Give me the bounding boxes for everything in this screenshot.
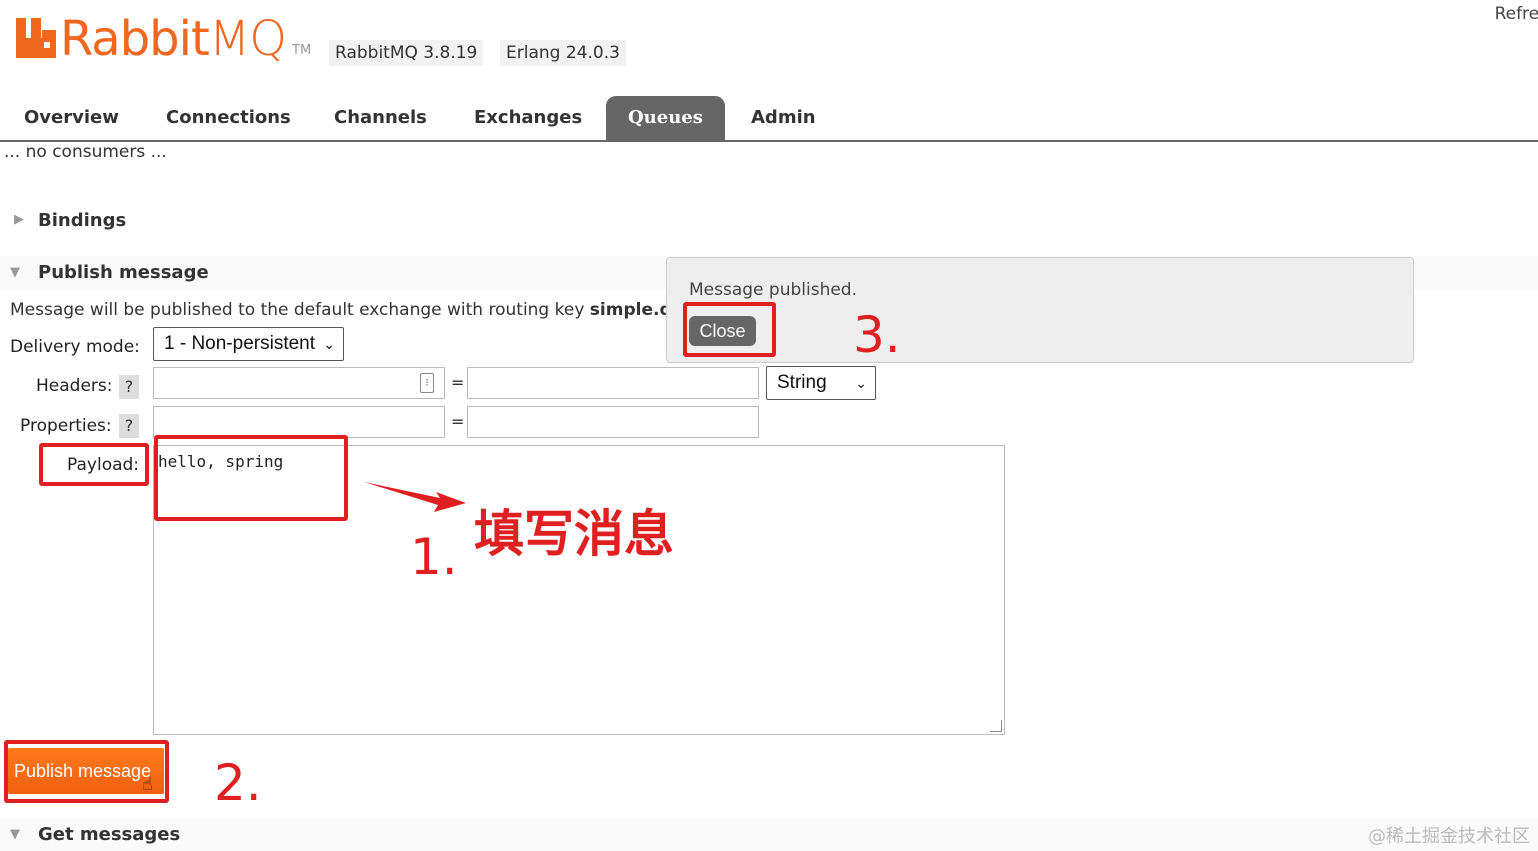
equals-sign: = [451, 412, 465, 431]
annotation-box-payload [154, 435, 348, 521]
step-1-label: 1. [410, 528, 458, 586]
erlang-version: Erlang 24.0.3 [500, 40, 626, 66]
publish-message-title: Publish message [38, 262, 209, 283]
properties-label: Properties: [20, 416, 112, 436]
logo-wordmark: RabbitMQ [60, 11, 287, 67]
refresh-link[interactable]: Refres [1495, 4, 1538, 24]
no-consumers-text: ... no consumers ... [4, 142, 167, 162]
property-key-input[interactable] [153, 406, 445, 438]
get-messages-section[interactable]: ▼ Get messages [0, 818, 1538, 851]
message-published-popup: Message published. Close [666, 257, 1414, 363]
step-3-label: 3. [853, 306, 901, 364]
annotation-box-publish [4, 740, 169, 803]
rabbitmq-version: RabbitMQ 3.8.19 [329, 40, 484, 66]
annotation-box-close [683, 302, 776, 357]
headers-label: Headers: [36, 376, 113, 396]
expanded-triangle-icon: ▼ [10, 827, 20, 842]
get-messages-title: Get messages [38, 824, 181, 845]
properties-help-button[interactable]: ? [119, 414, 139, 438]
routing-key: simple.q [589, 300, 666, 320]
popup-message: Message published. [689, 280, 857, 300]
collapsed-triangle-icon: ▶ [14, 212, 24, 227]
trademark-label: TM [292, 43, 312, 58]
tab-overview[interactable]: Overview [24, 96, 119, 140]
delivery-mode-select[interactable]: 1 - Non-persistent ⌄ [153, 327, 344, 361]
tab-channels[interactable]: Channels [334, 96, 427, 140]
header-value-input[interactable] [467, 367, 759, 399]
tab-exchanges[interactable]: Exchanges [474, 96, 582, 140]
chevron-down-icon: ⌄ [855, 375, 867, 391]
bindings-section[interactable]: ▶ Bindings [0, 204, 1538, 238]
step-1-text: 填写消息 [474, 505, 674, 563]
step-2-label: 2. [214, 754, 262, 812]
tab-connections[interactable]: Connections [166, 96, 291, 140]
expanded-triangle-icon: ▼ [10, 265, 20, 280]
publish-description: Message will be published to the default… [10, 300, 666, 320]
property-value-input[interactable] [467, 406, 759, 438]
main-nav: Overview Connections Channels Exchanges … [0, 96, 1538, 142]
watermark: @稀土掘金技术社区 [1368, 826, 1530, 847]
bindings-title: Bindings [38, 210, 127, 231]
rabbitmq-logo[interactable]: RabbitMQ TM [16, 14, 311, 64]
annotation-arrow-icon [364, 482, 466, 512]
resize-handle-icon[interactable] [990, 720, 1002, 732]
password-manager-icon[interactable]: ⁝ [420, 373, 434, 393]
chevron-down-icon: ⌄ [323, 336, 335, 352]
tab-admin[interactable]: Admin [751, 96, 816, 140]
headers-help-button[interactable]: ? [119, 375, 139, 399]
tab-queues[interactable]: Queues [606, 96, 725, 140]
delivery-mode-label: Delivery mode: [10, 337, 140, 357]
annotation-box-payload-label [39, 443, 149, 486]
rabbit-logo-icon [16, 18, 56, 58]
header-type-select[interactable]: String ⌄ [766, 366, 876, 400]
header-key-input[interactable]: ⁝ [153, 367, 445, 399]
equals-sign: = [451, 373, 465, 392]
